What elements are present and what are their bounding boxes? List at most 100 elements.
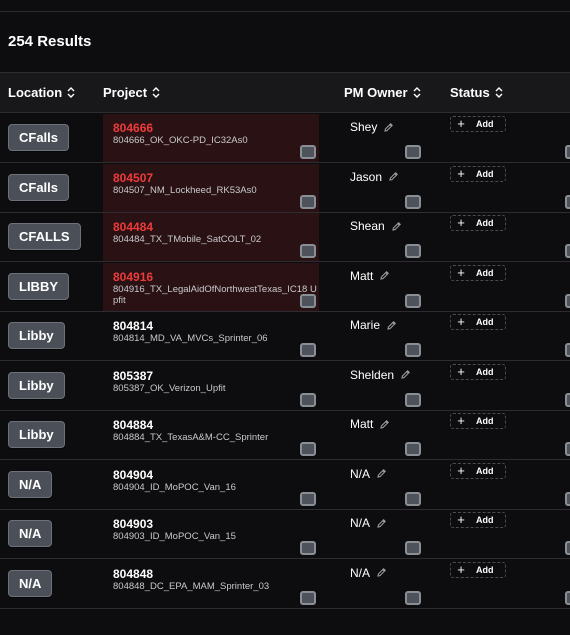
column-header-project[interactable]: Project	[103, 85, 160, 100]
add-status-button[interactable]: + Add	[450, 561, 506, 578]
owner-checkbox-icon[interactable]	[405, 293, 421, 308]
table-row[interactable]: N/A 804903 804903_ID_MoPOC_Van_15 N/A + Add	[0, 510, 570, 559]
project-checkbox-icon[interactable]	[300, 392, 316, 407]
pencil-icon[interactable]	[376, 567, 387, 578]
project-cell[interactable]: 804903 804903_ID_MoPOC_Van_15	[103, 510, 319, 558]
sort-updown-icon[interactable]	[495, 87, 503, 98]
pm-owner-cell[interactable]: Shey	[350, 120, 394, 134]
table-row[interactable]: Libby 804884 804884_TX_TexasA&M-CC_Sprinte…	[0, 411, 570, 460]
status-checkbox-icon[interactable]	[565, 590, 570, 605]
owner-checkbox-icon[interactable]	[405, 590, 421, 605]
owner-checkbox-icon[interactable]	[405, 244, 421, 258]
sort-updown-icon[interactable]	[413, 87, 421, 98]
pm-owner-cell[interactable]: Marie	[350, 318, 397, 332]
status-checkbox-icon[interactable]	[565, 194, 570, 209]
project-name: 804904_ID_MoPOC_Van_16	[113, 481, 236, 493]
table-row[interactable]: N/A 804904 804904_ID_MoPOC_Van_16 N/A + Add	[0, 461, 570, 510]
location-badge[interactable]: CFalls	[8, 173, 70, 201]
status-checkbox-icon[interactable]	[565, 392, 570, 407]
project-cell[interactable]: 804507 804507_NM_Lockheed_RK53As0	[103, 163, 319, 212]
project-cell[interactable]: 804814 804814_MD_VA_MVCs_Sprinter_06	[103, 312, 319, 360]
location-badge[interactable]: Libby	[8, 322, 65, 349]
add-status-button[interactable]: + Add	[450, 215, 506, 231]
status-checkbox-icon[interactable]	[565, 145, 570, 159]
pm-owner-cell[interactable]: N/A	[350, 566, 387, 580]
pencil-icon[interactable]	[379, 419, 390, 430]
add-status-button[interactable]: + Add	[450, 314, 506, 330]
add-status-button[interactable]: + Add	[450, 413, 506, 429]
sort-updown-icon[interactable]	[152, 87, 160, 98]
add-status-button[interactable]: + Add	[450, 264, 506, 281]
status-checkbox-icon[interactable]	[565, 343, 570, 357]
location-badge[interactable]: Libby	[8, 371, 65, 399]
add-status-button[interactable]: + Add	[450, 363, 506, 380]
column-header-status[interactable]: Status	[450, 85, 503, 100]
pm-owner-cell[interactable]: Shean	[350, 219, 402, 233]
pm-owner-cell[interactable]: Jason	[350, 170, 399, 184]
table-row[interactable]: N/A 804848 804848_DC_EPA_MAM_Sprinter_03 N/…	[0, 560, 570, 609]
table-row[interactable]: LIBBY 804916 804916_TX_LegalAidOfNorthwest…	[0, 262, 570, 312]
pencil-icon[interactable]	[376, 468, 387, 479]
table-row[interactable]: Libby 805387 805387_OK_Verizon_Upfit Shelde…	[0, 362, 570, 411]
owner-checkbox-icon[interactable]	[405, 541, 421, 555]
status-checkbox-icon[interactable]	[565, 491, 570, 506]
project-cell[interactable]: 804916 804916_TX_LegalAidOfNorthwestTexas…	[103, 262, 319, 311]
add-status-button[interactable]: + Add	[450, 462, 506, 479]
location-badge[interactable]: CFALLS	[8, 223, 81, 250]
pm-owner-cell[interactable]: Matt	[350, 269, 390, 283]
pm-owner-cell[interactable]: N/A	[350, 516, 387, 530]
location-badge[interactable]: N/A	[8, 569, 53, 597]
pencil-icon[interactable]	[386, 320, 397, 331]
owner-checkbox-icon[interactable]	[405, 491, 421, 506]
location-badge[interactable]: Libby	[8, 421, 65, 448]
status-checkbox-icon[interactable]	[565, 293, 570, 308]
pm-owner-cell[interactable]: Shelden	[350, 368, 411, 382]
owner-checkbox-icon[interactable]	[405, 194, 421, 209]
pencil-icon[interactable]	[391, 221, 402, 232]
add-status-button[interactable]: + Add	[450, 165, 506, 182]
project-cell[interactable]: 804666 804666_OK_OKC-PD_IC32As0	[103, 114, 319, 162]
location-badge[interactable]: CFalls	[8, 124, 70, 151]
pencil-icon[interactable]	[376, 518, 387, 529]
project-checkbox-icon[interactable]	[300, 590, 316, 605]
table-row[interactable]: CFalls 804666 804666_OK_OKC-PD_IC32As0 Shey…	[0, 114, 570, 163]
pm-owner-cell[interactable]: N/A	[350, 467, 387, 481]
pencil-icon[interactable]	[388, 171, 399, 182]
column-header-pm-owner[interactable]: PM Owner	[344, 85, 421, 100]
project-checkbox-icon[interactable]	[300, 343, 316, 357]
owner-checkbox-icon[interactable]	[405, 145, 421, 159]
location-badge[interactable]: LIBBY	[8, 272, 69, 300]
column-header-location[interactable]: Location	[8, 85, 75, 100]
project-checkbox-icon[interactable]	[300, 442, 316, 456]
table-row[interactable]: Libby 804814 804814_MD_VA_MVCs_Sprinter_06…	[0, 312, 570, 361]
plus-icon: +	[457, 363, 465, 379]
table-row[interactable]: CFALLS 804484 804484_TX_TMobile_SatCOLT_02…	[0, 213, 570, 262]
owner-checkbox-icon[interactable]	[405, 343, 421, 357]
project-cell[interactable]: 804904 804904_ID_MoPOC_Van_16	[103, 461, 319, 509]
pm-owner-cell[interactable]: Matt	[350, 417, 390, 431]
status-checkbox-icon[interactable]	[565, 442, 570, 456]
project-cell[interactable]: 804884 804884_TX_TexasA&M-CC_Sprinter	[103, 411, 319, 459]
pencil-icon[interactable]	[400, 369, 411, 380]
project-checkbox-icon[interactable]	[300, 541, 316, 555]
add-status-button[interactable]: + Add	[450, 512, 506, 528]
project-checkbox-icon[interactable]	[300, 145, 316, 159]
location-badge[interactable]: N/A	[8, 520, 53, 547]
table-row[interactable]: CFalls 804507 804507_NM_Lockheed_RK53As0 Ja…	[0, 163, 570, 213]
status-checkbox-icon[interactable]	[565, 541, 570, 555]
project-cell[interactable]: 805387 805387_OK_Verizon_Upfit	[103, 362, 319, 410]
location-badge[interactable]: N/A	[8, 470, 53, 498]
project-cell[interactable]: 804848 804848_DC_EPA_MAM_Sprinter_03	[103, 560, 319, 608]
pencil-icon[interactable]	[379, 270, 390, 281]
sort-updown-icon[interactable]	[67, 87, 75, 98]
project-checkbox-icon[interactable]	[300, 194, 316, 209]
project-checkbox-icon[interactable]	[300, 244, 316, 258]
owner-checkbox-icon[interactable]	[405, 392, 421, 407]
add-status-button[interactable]: + Add	[450, 116, 506, 132]
pencil-icon[interactable]	[383, 122, 394, 133]
status-checkbox-icon[interactable]	[565, 244, 570, 258]
project-checkbox-icon[interactable]	[300, 491, 316, 506]
owner-checkbox-icon[interactable]	[405, 442, 421, 456]
project-cell[interactable]: 804484 804484_TX_TMobile_SatCOLT_02	[103, 213, 319, 261]
project-checkbox-icon[interactable]	[300, 293, 316, 308]
